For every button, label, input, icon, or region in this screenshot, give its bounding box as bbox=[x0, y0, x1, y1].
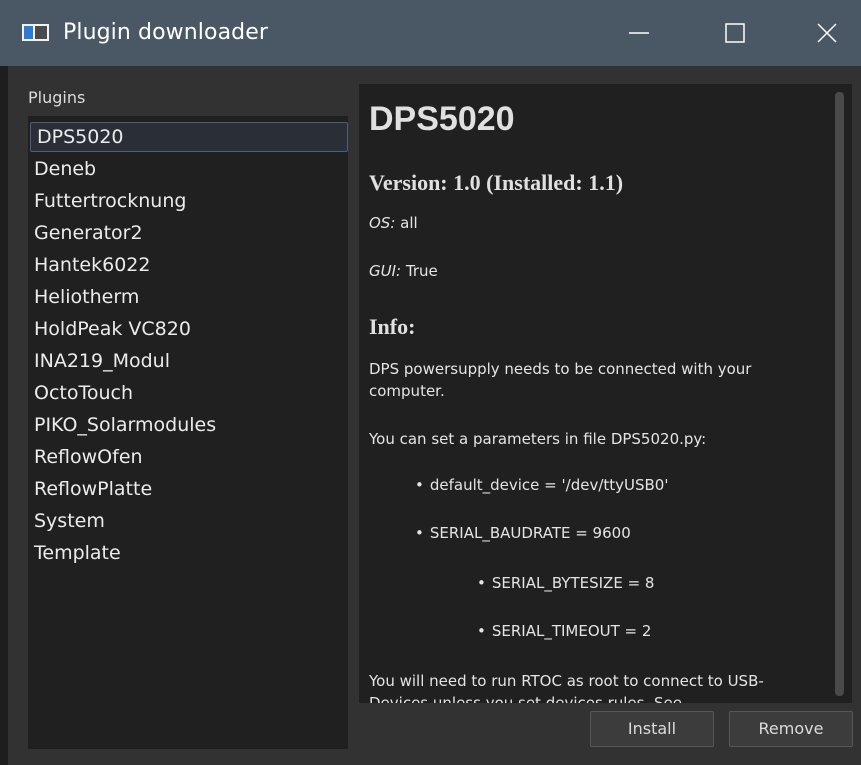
plugin-item-octotouch[interactable]: OctoTouch bbox=[28, 378, 344, 408]
bullet-text: default_device = '/dev/ttyUSB0' bbox=[429, 476, 669, 494]
plugin-gui: GUI: True bbox=[369, 262, 438, 280]
plugin-item-template[interactable]: Template bbox=[28, 538, 344, 568]
plugin-item-piko-solarmodules[interactable]: PIKO_Solarmodules bbox=[28, 410, 344, 440]
window-title: Plugin downloader bbox=[63, 20, 268, 45]
maximize-icon bbox=[725, 23, 745, 43]
plugin-item-reflowofen[interactable]: ReflowOfen bbox=[28, 442, 344, 472]
bullet-item: • default_device = '/dev/ttyUSB0' bbox=[415, 476, 669, 494]
info-paragraph-3: You will need to run RTOC as root to con… bbox=[369, 672, 764, 703]
os-label: OS: bbox=[369, 214, 396, 232]
bullet-text: SERIAL_TIMEOUT = 2 bbox=[491, 622, 652, 640]
plugin-item-holdpeak-vc820[interactable]: HoldPeak VC820 bbox=[28, 314, 344, 344]
info-heading: Info: bbox=[369, 314, 416, 339]
detail-scrollbar[interactable] bbox=[835, 92, 844, 696]
close-icon bbox=[817, 23, 837, 43]
bullet-item: • SERIAL_TIMEOUT = 2 bbox=[477, 622, 652, 640]
plugin-item-futtertrocknung[interactable]: Futtertrocknung bbox=[28, 186, 344, 216]
dialog-body: Plugins DPS5020 Deneb Futtertrocknung Ge… bbox=[8, 66, 861, 765]
maximize-button[interactable] bbox=[700, 0, 770, 66]
plugin-item-ina219-modul[interactable]: INA219_Modul bbox=[28, 346, 344, 376]
bullet-item: • SERIAL_BYTESIZE = 8 bbox=[477, 574, 655, 592]
plugin-item-hantek6022[interactable]: Hantek6022 bbox=[28, 250, 344, 280]
bullet-text: SERIAL_BYTESIZE = 8 bbox=[491, 574, 655, 592]
gui-label: GUI: bbox=[369, 262, 402, 280]
info-paragraph-2: You can set a parameters in file DPS5020… bbox=[369, 430, 707, 448]
info-paragraph-1: DPS powersupply needs to be connected wi… bbox=[369, 360, 752, 400]
bullet-text: SERIAL_BAUDRATE = 9600 bbox=[429, 524, 631, 542]
close-button[interactable] bbox=[792, 0, 861, 66]
minimize-icon bbox=[629, 32, 649, 34]
os-value: all bbox=[395, 214, 418, 232]
plugin-detail-panel[interactable]: DPS5020 Version: 1.0 (Installed: 1.1) OS… bbox=[359, 84, 852, 703]
plugin-item-system[interactable]: System bbox=[28, 506, 344, 536]
plugin-item-reflowplatte[interactable]: ReflowPlatte bbox=[28, 474, 344, 504]
title-bar: Plugin downloader bbox=[0, 0, 861, 66]
remove-button[interactable]: Remove bbox=[729, 711, 853, 747]
plugin-item-heliotherm[interactable]: Heliotherm bbox=[28, 282, 344, 312]
minimize-button[interactable] bbox=[604, 0, 674, 66]
plugin-item-generator2[interactable]: Generator2 bbox=[28, 218, 344, 248]
app-icon bbox=[22, 24, 49, 41]
plugin-version: Version: 1.0 (Installed: 1.1) bbox=[369, 170, 624, 195]
plugin-item-dps5020[interactable]: DPS5020 bbox=[30, 122, 348, 152]
plugin-list[interactable]: DPS5020 Deneb Futtertrocknung Generator2… bbox=[28, 116, 348, 749]
plugin-title: DPS5020 bbox=[369, 100, 515, 138]
install-button[interactable]: Install bbox=[590, 711, 714, 747]
plugin-item-deneb[interactable]: Deneb bbox=[28, 154, 344, 184]
plugin-os: OS: all bbox=[369, 214, 418, 232]
gui-value: True bbox=[401, 262, 438, 280]
plugins-label: Plugins bbox=[28, 88, 86, 107]
bullet-item: • SERIAL_BAUDRATE = 9600 bbox=[415, 524, 631, 542]
